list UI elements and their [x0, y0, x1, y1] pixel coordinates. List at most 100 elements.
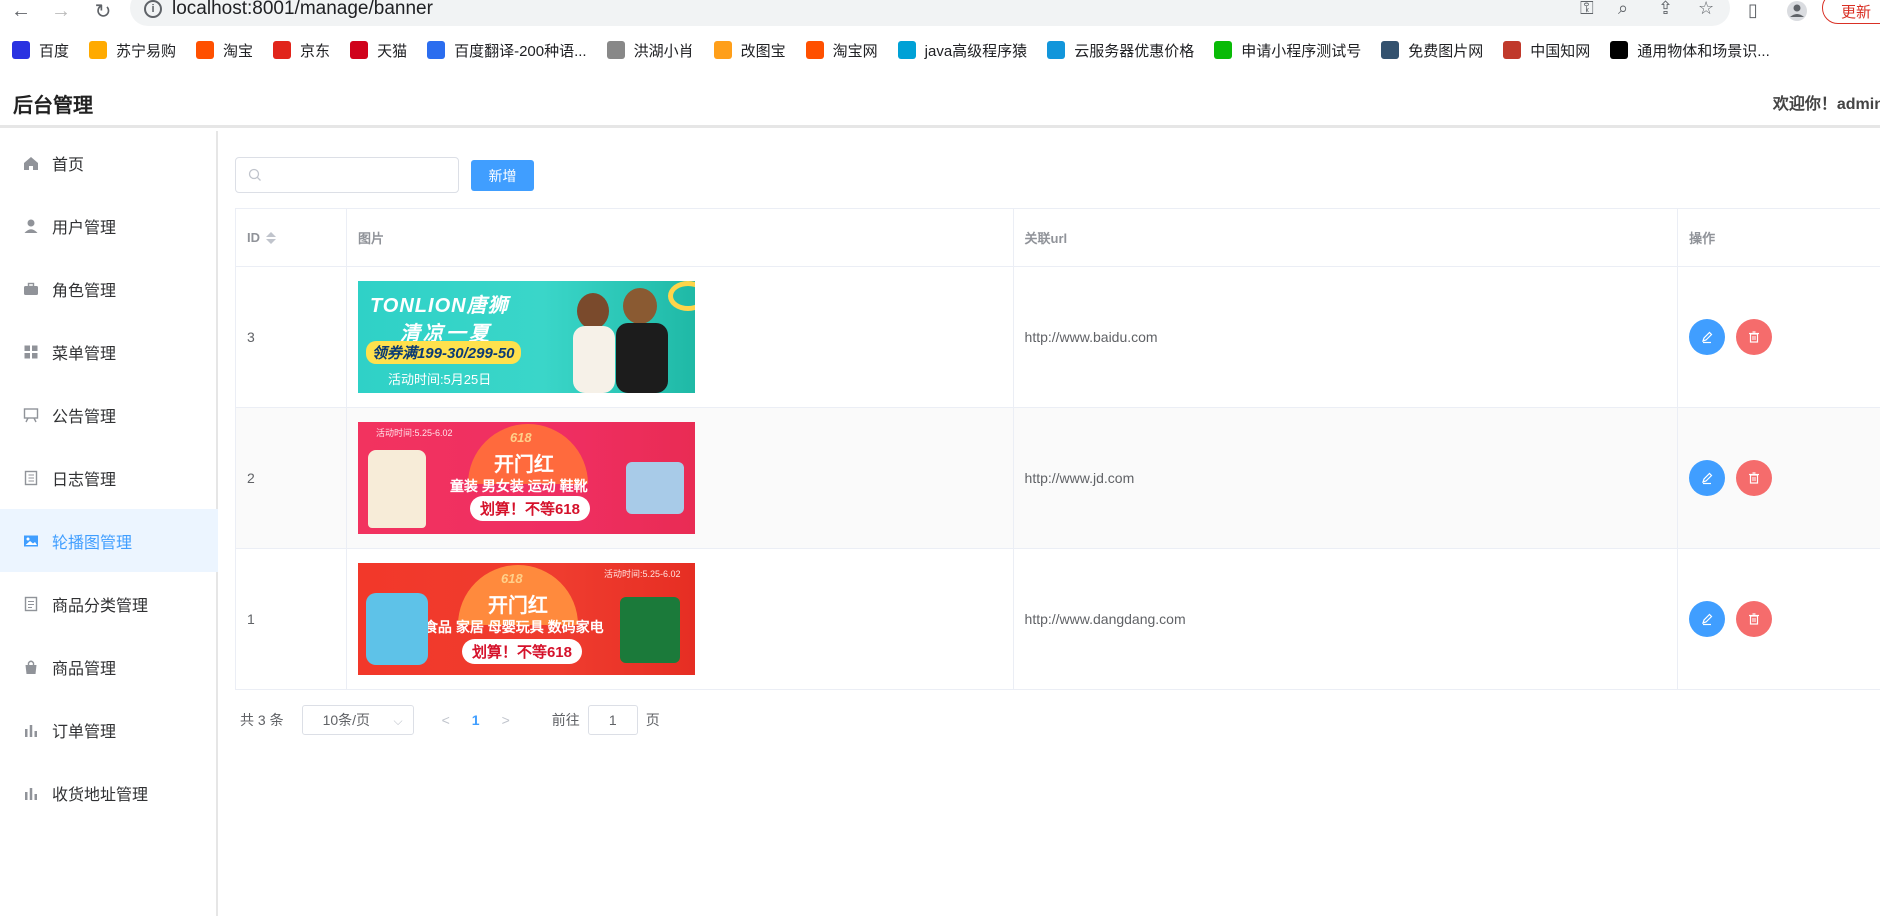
table-row: 1 活动时间:5.25-6.02 618 开门红 食品 家居 母婴玩具 数码家电…	[236, 549, 1880, 690]
bookmark-item[interactable]: 中国知网	[1503, 40, 1590, 61]
sidebar-item[interactable]: 轮播图管理	[0, 509, 218, 572]
key-icon[interactable]: ⚿	[1580, 0, 1594, 19]
models-photo	[558, 281, 678, 393]
products-photo	[619, 597, 680, 663]
url-text: localhost:8001/manage/banner	[172, 0, 433, 19]
star-icon[interactable]: ☆	[1698, 0, 1714, 19]
banner-image: 活动时间:5.25-6.02 618 开门红 童装 男女装 运动 鞋靴 划算！不…	[357, 422, 695, 534]
next-page-icon[interactable]: >	[502, 712, 510, 728]
edit-icon	[1702, 472, 1713, 485]
cell-actions	[1678, 408, 1880, 548]
sidebar-item[interactable]: 用户管理	[0, 194, 218, 257]
site-info-icon[interactable]: i	[144, 0, 162, 18]
bookmark-label: 苏宁易购	[116, 42, 177, 60]
home-icon	[22, 154, 40, 172]
table-header-row: ID 图片 关联url 操作	[236, 209, 1880, 267]
sidebar-item[interactable]: 首页	[0, 131, 218, 194]
bookmark-label: 改图宝	[740, 42, 786, 60]
bookmark-label: 免费图片网	[1408, 42, 1484, 60]
bookmark-favicon-icon	[1503, 41, 1522, 59]
bookmark-item[interactable]: 申请小程序测试号	[1214, 40, 1361, 61]
side-panel-icon[interactable]: ▯	[1748, 0, 1758, 21]
search-input[interactable]	[270, 164, 450, 186]
banner-date: 活动时间:5月25日	[387, 372, 492, 387]
cell-image: TONLION唐狮 清凉一夏 领券满199-30/299-50 活动时间:5月2…	[347, 267, 1014, 407]
goto-page-input[interactable]: 1	[587, 705, 638, 735]
cell-url: http://www.jd.com	[1014, 408, 1679, 548]
sidebar-item-label: 日志管理	[52, 471, 117, 489]
bookmark-item[interactable]: 淘宝网	[805, 40, 878, 61]
search-field[interactable]	[235, 157, 459, 193]
pagination: 共 3 条 10条/页 ⌵ < 1 > 前往 1 页	[240, 704, 660, 736]
banner-date: 活动时间:5.25-6.02	[375, 428, 453, 438]
sidebar-item[interactable]: 日志管理	[0, 446, 218, 509]
bookmark-favicon-icon	[196, 41, 215, 59]
sidebar-item[interactable]: 收货地址管理	[0, 761, 218, 824]
zoom-icon[interactable]: ⌕	[1618, 0, 1628, 19]
edit-button[interactable]	[1689, 460, 1726, 496]
bookmark-item[interactable]: 百度	[12, 40, 69, 61]
trash-icon	[1749, 613, 1760, 625]
bookmark-favicon-icon	[1214, 41, 1233, 59]
bookmark-item[interactable]: 改图宝	[713, 40, 786, 61]
edit-button[interactable]	[1689, 319, 1726, 355]
suitcase-icon	[22, 280, 40, 298]
current-page[interactable]: 1	[472, 712, 480, 728]
bookmark-favicon-icon	[1610, 41, 1629, 59]
sidebar-item[interactable]: 订单管理	[0, 698, 218, 761]
bookmark-item[interactable]: 苏宁易购	[89, 40, 176, 61]
sidebar-item[interactable]: 公告管理	[0, 383, 218, 446]
delete-button[interactable]	[1736, 319, 1773, 355]
bookmark-favicon-icon	[606, 41, 625, 59]
edit-button[interactable]	[1689, 601, 1726, 637]
bookmarks-bar: 百度 苏宁易购 淘宝 京东 天猫 百度翻译-200种语... 洪湖小肖 改图宝 淘宝网 java高…	[0, 34, 1880, 66]
delete-button[interactable]	[1736, 601, 1773, 637]
sort-icon[interactable]	[266, 231, 276, 244]
sidebar-item-label: 订单管理	[52, 723, 117, 741]
sidebar-item[interactable]: 商品分类管理	[0, 572, 218, 635]
sidebar-item-label: 公告管理	[52, 408, 117, 426]
delete-button[interactable]	[1736, 460, 1773, 496]
notebook-icon	[22, 469, 40, 487]
notice-board-icon	[22, 406, 40, 424]
sidebar-item[interactable]: 菜单管理	[0, 320, 218, 383]
column-header-actions: 操作	[1689, 231, 1716, 246]
banner-image: TONLION唐狮 清凉一夏 领券满199-30/299-50 活动时间:5月2…	[357, 281, 695, 393]
bookmark-item[interactable]: 通用物体和场景识...	[1610, 40, 1770, 61]
grid-icon	[22, 343, 40, 361]
bookmark-item[interactable]: java高级程序猿	[897, 40, 1027, 61]
add-button[interactable]: 新增	[471, 160, 534, 191]
bookmark-label: 云服务器优惠价格	[1074, 42, 1195, 60]
cell-url: http://www.baidu.com	[1014, 267, 1679, 407]
bookmark-label: 申请小程序测试号	[1241, 42, 1362, 60]
user-icon	[22, 217, 40, 235]
table-row: 3 TONLION唐狮 清凉一夏 领券满199-30/299-50 活动时间:5…	[236, 267, 1880, 408]
reload-icon[interactable]: ↻	[90, 0, 116, 23]
bookmark-favicon-icon	[427, 41, 446, 59]
bookmark-item[interactable]: 免费图片网	[1381, 40, 1483, 61]
sidebar-item-label: 菜单管理	[52, 345, 117, 363]
bookmark-item[interactable]: 百度翻译-200种语...	[427, 40, 587, 61]
prev-page-icon[interactable]: <	[442, 712, 450, 728]
bookmark-item[interactable]: 云服务器优惠价格	[1047, 40, 1194, 61]
back-arrow-icon[interactable]: ←	[8, 0, 34, 22]
bookmark-item[interactable]: 洪湖小肖	[606, 40, 694, 61]
document-icon	[22, 595, 40, 613]
sidebar-item[interactable]: 角色管理	[0, 257, 218, 320]
bookmark-item[interactable]: 天猫	[350, 40, 407, 61]
column-header-url: 关联url	[1014, 209, 1679, 266]
banner-cta: 划算！不等618	[469, 496, 590, 521]
bookmark-item[interactable]: 京东	[273, 40, 330, 61]
page-size-select[interactable]: 10条/页 ⌵	[301, 705, 414, 735]
forward-arrow-icon[interactable]: →	[48, 0, 74, 22]
bookmark-item[interactable]: 淘宝	[196, 40, 253, 61]
profile-icon[interactable]	[1786, 0, 1808, 27]
update-button[interactable]: 更新	[1822, 0, 1880, 24]
share-icon[interactable]: ⇪	[1658, 0, 1673, 19]
address-bar[interactable]: i localhost:8001/manage/banner ⚿ ⌕ ⇪ ☆	[130, 0, 1730, 26]
cell-image: 活动时间:5.25-6.02 618 开门红 食品 家居 母婴玩具 数码家电 划…	[347, 549, 1014, 689]
column-header-id[interactable]: ID	[236, 209, 347, 266]
goto-suffix: 页	[645, 712, 660, 728]
sidebar-item[interactable]: 商品管理	[0, 635, 218, 698]
cell-id: 1	[236, 549, 347, 689]
